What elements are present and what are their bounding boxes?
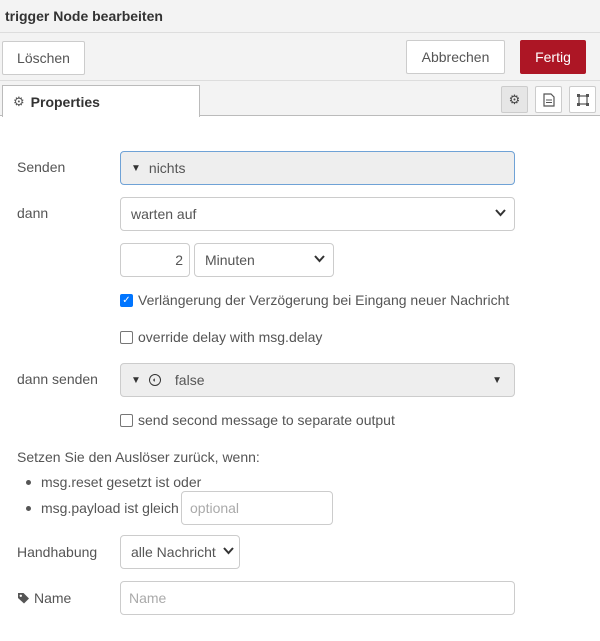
reset-payload-input[interactable]: [181, 491, 333, 525]
name-label: Name: [34, 590, 72, 606]
reset-item-2: msg.payload ist gleich: [41, 500, 179, 516]
delete-button[interactable]: Löschen: [2, 41, 85, 75]
gear-icon: ⚙: [508, 91, 521, 107]
then-send-value: false: [174, 372, 205, 388]
dialog-title: trigger Node bearbeiten: [5, 8, 163, 24]
handling-label: Handhabung: [17, 544, 98, 560]
cancel-button[interactable]: Abbrechen: [406, 40, 505, 74]
handling-select[interactable]: alle Nachricht: [120, 535, 240, 569]
delay-amount-input[interactable]: 2: [120, 243, 190, 277]
extend-delay-label: Verlängerung der Verzögerung bei Eingang…: [138, 292, 510, 308]
document-icon: [542, 92, 555, 107]
chevron-down-icon: [223, 546, 234, 558]
second-output-checkbox[interactable]: [120, 413, 133, 427]
tab-properties[interactable]: ⚙ Properties: [2, 85, 200, 117]
send-type-select[interactable]: ▼ nichts: [120, 151, 515, 185]
tab-bar: ⚙ Properties ⚙: [0, 81, 600, 117]
settings-tab-button[interactable]: ⚙: [501, 86, 528, 113]
chevron-down-icon: [495, 208, 506, 220]
tab-properties-label: Properties: [30, 93, 100, 110]
extend-delay-checkbox[interactable]: ✓: [120, 293, 133, 307]
bullet-icon: [26, 505, 31, 511]
then-select[interactable]: warten auf: [120, 197, 515, 231]
caret-down-icon: ▼: [131, 374, 141, 386]
caret-down-icon: ▼: [131, 162, 141, 174]
tag-icon: [18, 592, 29, 603]
then-label: dann: [17, 205, 49, 221]
override-delay-option[interactable]: override delay with msg.delay: [120, 329, 322, 345]
name-label-row: Name: [17, 590, 71, 606]
name-input[interactable]: [120, 581, 515, 615]
done-button[interactable]: Fertig: [520, 40, 586, 74]
chevron-down-icon: [314, 254, 325, 266]
override-delay-label: override delay with msg.delay: [138, 329, 323, 345]
then-value: warten auf: [131, 206, 197, 222]
bullet-icon: [26, 479, 31, 485]
caret-down-icon: ▼: [492, 375, 502, 386]
delay-amount-value: 2: [175, 252, 183, 268]
handling-value: alle Nachricht: [131, 544, 216, 560]
dialog-toolbar: Löschen Abbrechen Fertig: [0, 33, 600, 81]
node-appearance-icon: [576, 93, 589, 106]
list-item: msg.reset gesetzt ist oder: [26, 474, 201, 490]
reset-item-1: msg.reset gesetzt ist oder: [41, 474, 202, 490]
appearance-tab-button[interactable]: [569, 86, 596, 113]
list-item: msg.payload ist gleich: [26, 500, 179, 516]
send-label: Senden: [17, 159, 66, 175]
boolean-type-icon: ◐: [148, 374, 161, 386]
second-output-label: send second message to separate output: [138, 412, 395, 428]
send-value: nichts: [148, 160, 186, 176]
gear-icon: ⚙: [13, 93, 25, 109]
delay-unit-value: Minuten: [205, 252, 255, 268]
delay-unit-select[interactable]: Minuten: [194, 243, 334, 277]
override-delay-checkbox[interactable]: [120, 330, 133, 344]
then-send-label: dann senden: [17, 371, 98, 387]
description-tab-button[interactable]: [535, 86, 562, 113]
dialog-titlebar: trigger Node bearbeiten: [0, 0, 600, 33]
reset-heading: Setzen Sie den Auslöser zurück, wenn:: [17, 449, 260, 465]
second-output-option[interactable]: send second message to separate output: [120, 412, 395, 428]
then-send-select[interactable]: ▼ ◐ false ▼: [120, 363, 515, 397]
extend-delay-option[interactable]: ✓ Verlängerung der Verzögerung bei Einga…: [120, 292, 509, 308]
